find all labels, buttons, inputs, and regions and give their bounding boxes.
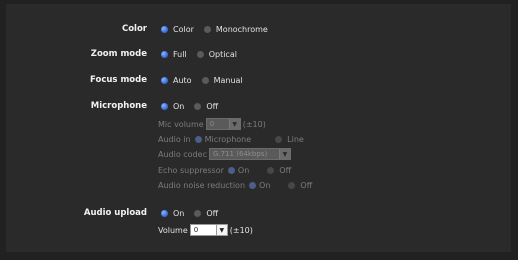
radio-selected-icon: [161, 50, 168, 58]
radio-unselected-icon: [194, 209, 202, 217]
echo-option-on[interactable]: On: [227, 166, 249, 175]
mic-volume-select[interactable]: 0 ▼: [205, 118, 241, 130]
audio-upload-label: Audio upload: [83, 208, 147, 218]
radio-unselected-icon: [194, 102, 202, 110]
volume-label: Volume: [158, 225, 188, 235]
microphone-option-on[interactable]: On: [161, 102, 184, 111]
focus-option-auto[interactable]: Auto: [161, 76, 192, 85]
radio-selected-icon: [161, 76, 168, 84]
radio-selected-icon: [161, 25, 168, 33]
audio-in-option-microphone[interactable]: Microphone: [194, 135, 251, 144]
radio-unselected-icon: [267, 166, 275, 174]
radio-selected-icon: [161, 209, 168, 217]
mic-volume-row: Mic volume 0 ▼ (±10): [158, 117, 266, 131]
audio-codec-label: Audio codec: [158, 149, 207, 159]
color-option-monochrome[interactable]: Monochrome: [203, 25, 268, 34]
noise-option-on[interactable]: On: [249, 181, 270, 190]
microphone-label: Microphone: [90, 101, 147, 111]
dropdown-arrow-icon: ▼: [215, 225, 227, 235]
focus-mode-label: Focus mode: [90, 75, 147, 85]
audio-in-row: Audio in Microphone Line: [158, 132, 314, 146]
radio-unselected-icon: [275, 135, 283, 143]
radio-unselected-icon: [203, 25, 211, 33]
noise-option-off[interactable]: Off: [288, 181, 312, 190]
radio-unselected-icon: [196, 50, 204, 58]
zoom-option-full[interactable]: Full: [161, 50, 187, 59]
audio-upload-option-off[interactable]: Off: [194, 209, 218, 218]
volume-select[interactable]: 0 ▼: [189, 224, 228, 236]
noise-reduction-label: Audio noise reduction: [158, 180, 246, 190]
radio-selected-icon: [249, 181, 257, 189]
volume-hint: (±10): [229, 225, 253, 235]
dropdown-arrow-icon: ▼: [228, 119, 240, 129]
audio-upload-option-on[interactable]: On: [161, 209, 184, 218]
mic-volume-hint: (±10): [242, 119, 266, 129]
radio-selected-icon: [227, 166, 235, 174]
radio-unselected-icon: [288, 181, 296, 189]
echo-suppressor-row: Echo suppressor On Off: [158, 163, 301, 177]
audio-codec-row: Audio codec G.711 (64kbps) ▼: [158, 147, 293, 161]
volume-row: Volume 0 ▼ (±10): [158, 223, 253, 237]
color-label: Color: [121, 24, 147, 34]
noise-reduction-row: Audio noise reduction On Off: [158, 178, 322, 192]
echo-suppressor-label: Echo suppressor: [158, 165, 224, 175]
audio-in-option-line[interactable]: Line: [275, 135, 304, 144]
audio-in-label: Audio in: [158, 134, 191, 144]
focus-option-manual[interactable]: Manual: [201, 76, 243, 85]
settings-panel: Color Color Monochrome Zoom mode Full Op…: [6, 4, 511, 252]
radio-selected-icon: [194, 135, 202, 143]
zoom-mode-label: Zoom mode: [90, 49, 147, 59]
mic-volume-label: Mic volume: [158, 119, 204, 129]
radio-unselected-icon: [201, 76, 209, 84]
microphone-option-off[interactable]: Off: [194, 102, 218, 111]
echo-option-off[interactable]: Off: [267, 166, 291, 175]
radio-selected-icon: [161, 102, 168, 110]
color-option-color[interactable]: Color: [161, 25, 194, 34]
audio-codec-select[interactable]: G.711 (64kbps) ▼: [208, 148, 291, 160]
zoom-option-optical[interactable]: Optical: [196, 50, 237, 59]
dropdown-arrow-icon: ▼: [278, 149, 290, 159]
